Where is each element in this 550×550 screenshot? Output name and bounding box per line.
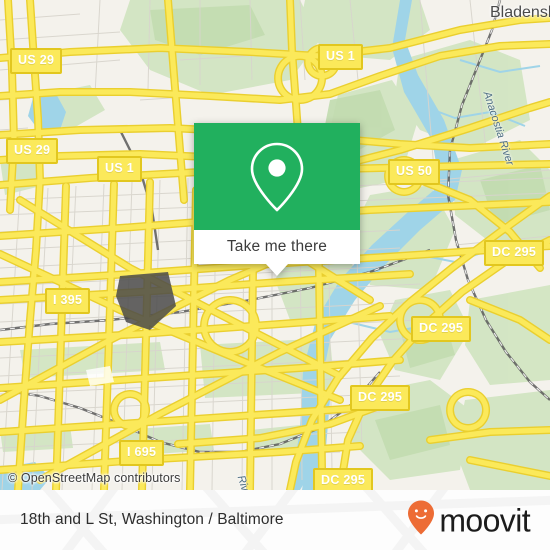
highway-shield-label: DC 295 (411, 316, 472, 342)
popup-icon-area (194, 123, 360, 230)
map-canvas[interactable]: US 29 US 1 US 29 US 1 US 50 DC 295 I 395 DC 295… (0, 0, 550, 490)
highway-shield-label: US 29 (10, 48, 63, 74)
highway-shield-label: DC 295 (350, 385, 411, 411)
moovit-map-screen: US 29 US 1 US 29 US 1 US 50 DC 295 I 395 DC 295… (0, 0, 550, 550)
moovit-logo[interactable]: moovit (406, 500, 531, 541)
highway-shield-label: I 395 (45, 288, 91, 314)
highway-shield-label: I 695 (119, 440, 165, 466)
highway-shield-label: US 50 (388, 159, 441, 185)
highway-shield-label: DC 295 (313, 468, 374, 490)
destination-popup[interactable]: Take me there (194, 123, 360, 276)
map-pin-icon (247, 140, 307, 214)
moovit-pin-icon (406, 500, 436, 541)
highway-shield-label: US 1 (318, 44, 363, 70)
location-title: 18th and L St, Washington / Baltimore (20, 511, 284, 528)
highway-shield-label: DC 295 (484, 240, 545, 266)
popup-tail (266, 264, 288, 276)
highway-shield-label: US 29 (6, 138, 59, 164)
place-label: Bladensb (490, 4, 550, 21)
take-me-there-button[interactable]: Take me there (227, 239, 327, 255)
moovit-wordmark: moovit (439, 502, 530, 538)
footer-bar: 18th and L St, Washington / Baltimore mo… (0, 490, 550, 550)
popup-action-area[interactable]: Take me there (194, 230, 360, 276)
highway-shield-label: US 1 (97, 156, 142, 182)
map-attribution[interactable]: © OpenStreetMap contributors (8, 471, 181, 485)
